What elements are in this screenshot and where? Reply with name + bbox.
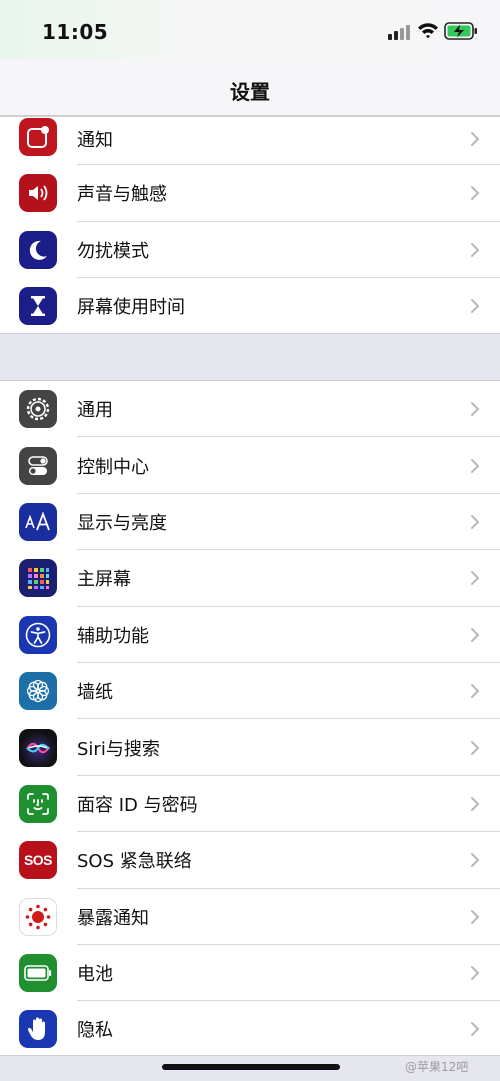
chevron-right-icon	[471, 242, 480, 257]
battery-charging-icon	[444, 22, 477, 40]
hourglass-icon	[19, 287, 57, 326]
sos-icon-text: SOS	[23, 852, 53, 869]
chevron-right-icon	[471, 402, 480, 417]
row-label: Siri与搜索	[77, 738, 160, 760]
cellular-signal-icon	[388, 24, 412, 40]
chevron-right-icon	[471, 132, 480, 146]
chevron-right-icon	[471, 458, 480, 473]
wifi-icon	[418, 23, 438, 39]
row-accessibility[interactable]: 辅助功能	[0, 607, 500, 663]
row-face-id-passcode[interactable]: 面容 ID 与密码	[0, 776, 500, 833]
row-general[interactable]: 通用	[0, 381, 500, 438]
row-label: 显示与亮度	[77, 512, 167, 534]
row-label: 控制中心	[77, 456, 149, 478]
row-do-not-disturb[interactable]: 勿扰模式	[0, 222, 500, 278]
accessibility-icon	[19, 615, 57, 654]
chevron-right-icon	[471, 514, 480, 529]
row-label: 面容 ID 与密码	[77, 794, 198, 816]
toggles-icon	[19, 446, 57, 485]
wallpaper-flower-icon	[19, 672, 57, 711]
row-label: 隐私	[77, 1020, 113, 1042]
gear-icon	[19, 390, 57, 429]
row-control-center[interactable]: 控制中心	[0, 437, 500, 494]
chevron-right-icon	[471, 853, 480, 868]
notifications-icon	[19, 118, 57, 156]
row-home-screen[interactable]: 主屏幕	[0, 550, 500, 607]
chevron-right-icon	[471, 684, 480, 699]
row-label: 勿扰模式	[77, 240, 149, 262]
row-sounds[interactable]: 声音与触感	[0, 165, 500, 222]
chevron-right-icon	[471, 571, 480, 586]
row-label: 屏幕使用时间	[77, 297, 185, 319]
row-notifications[interactable]: 通知	[0, 117, 500, 165]
chevron-right-icon	[471, 1022, 480, 1037]
row-display-brightness[interactable]: 显示与亮度	[0, 494, 500, 551]
row-label: 电池	[77, 964, 113, 986]
status-time: 11:05	[42, 20, 109, 44]
row-siri-search[interactable]: Siri与搜索	[0, 719, 500, 776]
row-exposure-notifications[interactable]: 暴露通知	[0, 889, 500, 945]
settings-group-1: 通知 声音与触感 勿扰模式 屏幕使用时间	[0, 116, 500, 334]
sound-icon	[19, 174, 57, 213]
row-label: 声音与触感	[77, 184, 167, 206]
row-wallpaper[interactable]: 墙纸	[0, 663, 500, 720]
settings-screen: 11:05 设置 通知 声音与触感 勿扰模式 屏幕使用时间 通用 控制中心 显示…	[0, 0, 500, 1081]
row-label: 辅助功能	[77, 625, 149, 647]
row-emergency-sos[interactable]: SOS SOS 紧急联络	[0, 832, 500, 889]
row-label: 通用	[77, 400, 113, 422]
row-battery[interactable]: 电池	[0, 945, 500, 1002]
home-indicator[interactable]	[162, 1064, 340, 1070]
row-label: SOS 紧急联络	[77, 851, 192, 873]
chevron-right-icon	[471, 796, 480, 811]
row-label: 主屏幕	[77, 569, 131, 591]
chevron-right-icon	[471, 186, 480, 201]
siri-icon	[19, 728, 57, 767]
chevron-right-icon	[471, 627, 480, 642]
chevron-right-icon	[471, 909, 480, 924]
row-label: 通知	[77, 130, 113, 151]
nav-bar: 设置	[0, 60, 500, 116]
row-privacy[interactable]: 隐私	[0, 1001, 500, 1057]
exposure-icon	[19, 897, 57, 936]
text-size-icon	[19, 502, 57, 541]
moon-icon	[19, 230, 57, 269]
chevron-right-icon	[471, 740, 480, 755]
settings-group-2: 通用 控制中心 显示与亮度 主屏幕 辅助功能 墙纸 Siri与搜索 面容 ID …	[0, 380, 500, 1056]
page-title: 设置	[230, 80, 270, 104]
sos-icon: SOS	[19, 841, 57, 880]
watermark: @苹果12吧	[405, 1060, 469, 1074]
row-screen-time[interactable]: 屏幕使用时间	[0, 278, 500, 335]
row-label: 墙纸	[77, 682, 113, 704]
home-grid-icon	[19, 559, 57, 598]
battery-icon	[19, 954, 57, 993]
chevron-right-icon	[471, 966, 480, 981]
hand-icon	[19, 1010, 57, 1049]
status-bar: 11:05	[0, 0, 500, 60]
face-id-icon	[19, 784, 57, 823]
row-label: 暴露通知	[77, 907, 149, 929]
chevron-right-icon	[471, 299, 480, 314]
